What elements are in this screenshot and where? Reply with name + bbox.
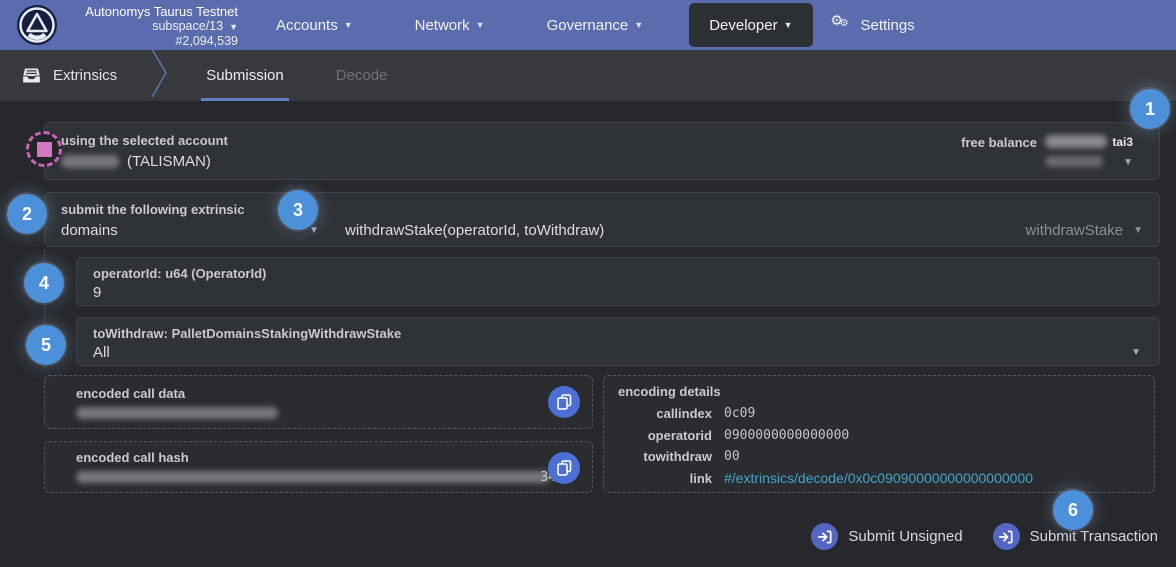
annotation-badge-6: 6 <box>1053 490 1093 530</box>
call-signature: withdrawStake(operatorId, toWithdraw) <box>345 222 604 239</box>
encoding-row-operatorid: operatorid 0900000000000000 <box>618 425 1033 447</box>
top-nav-bar: Autonomys Taurus Testnet subspace/13▼ #2… <box>0 0 1176 50</box>
nav-menu: Accounts▼ Network▼ Governance▼ Developer… <box>258 0 933 50</box>
redacted-balance-secondary <box>1045 156 1103 167</box>
chain-info[interactable]: Autonomys Taurus Testnet subspace/13▼ #2… <box>62 4 238 49</box>
account-name-row: (TALISMAN) <box>61 153 211 170</box>
breadcrumb-chevron-icon <box>151 48 169 103</box>
chevron-down-icon: ▼ <box>229 22 238 32</box>
encoding-details-title: encoding details <box>618 384 721 399</box>
annotation-badge-4: 4 <box>24 263 64 303</box>
param-towithdraw-value[interactable]: All <box>93 344 110 361</box>
annotation-badge-3: 3 <box>278 190 318 230</box>
action-buttons-row: Submit Unsigned Submit Transaction <box>811 523 1158 550</box>
tab-bar: Extrinsics Submission Decode <box>0 50 1176 101</box>
encoding-row-callindex: callindex 0c09 <box>618 403 1033 425</box>
param-operatorid-value[interactable]: 9 <box>93 284 101 301</box>
free-balance-label: free balance <box>961 135 1037 150</box>
annotation-badge-5: 5 <box>26 325 66 365</box>
chevron-down-icon: ▼ <box>344 20 353 30</box>
account-identicon[interactable] <box>26 131 62 167</box>
param-operatorid-label: operatorId: u64 (OperatorId) <box>93 266 266 281</box>
pallet-select[interactable]: domains <box>61 222 118 239</box>
menu-item-settings[interactable]: ⚙⚙ Settings <box>819 0 933 50</box>
annotation-badge-2: 2 <box>7 194 47 234</box>
chain-block-number: #2,094,539 <box>62 34 238 49</box>
redacted-free-balance <box>1045 135 1107 148</box>
copy-call-hash-button[interactable] <box>548 452 580 484</box>
chevron-down-icon[interactable]: ▼ <box>1131 347 1141 358</box>
extrinsics-inbox-icon <box>22 67 41 84</box>
copy-icon <box>557 460 572 476</box>
extrinsic-field-label: submit the following extrinsic <box>61 202 244 217</box>
menu-item-governance[interactable]: Governance▼ <box>529 0 662 50</box>
extrinsics-page: Autonomys Taurus Testnet subspace/13▼ #2… <box>0 0 1176 567</box>
encoded-call-hash-field: encoded call hash 34 <box>44 441 593 493</box>
selected-account-field[interactable]: using the selected account (TALISMAN) fr… <box>44 122 1160 180</box>
redacted-call-hash <box>76 471 550 483</box>
balance-unit: tai3 <box>1112 135 1133 149</box>
chevron-down-icon: ▼ <box>1133 225 1143 236</box>
encoding-details-panel: encoding details callindex 0c09 operator… <box>603 375 1155 493</box>
tab-decode[interactable]: Decode <box>331 50 393 101</box>
chevron-down-icon: ▼ <box>784 20 793 30</box>
encoding-details-rows: callindex 0c09 operatorid 09000000000000… <box>618 403 1033 489</box>
sign-in-icon <box>993 523 1020 550</box>
extrinsic-field: submit the following extrinsic domains ▼… <box>44 192 1160 247</box>
tab-submission[interactable]: Submission <box>201 50 289 101</box>
encoding-row-link: link #/extrinsics/decode/0x0c09090000000… <box>618 468 1033 490</box>
encoding-row-towithdraw: towithdraw 00 <box>618 446 1033 468</box>
submit-unsigned-button[interactable]: Submit Unsigned <box>811 523 962 550</box>
menu-item-accounts[interactable]: Accounts▼ <box>258 0 371 50</box>
param-operatorid-field[interactable]: operatorId: u64 (OperatorId) 9 <box>76 257 1160 306</box>
encoded-call-data-label: encoded call data <box>76 386 185 401</box>
settings-gears-icon: ⚙⚙ <box>831 16 853 34</box>
chevron-down-icon: ▼ <box>634 20 643 30</box>
section-title: Extrinsics <box>53 67 117 84</box>
sign-in-icon <box>811 523 838 550</box>
account-field-label: using the selected account <box>61 133 228 148</box>
chevron-down-icon: ▼ <box>476 20 485 30</box>
copy-call-data-button[interactable] <box>548 386 580 418</box>
autonomys-logo-icon[interactable] <box>16 4 58 46</box>
chevron-down-icon: ▼ <box>1123 157 1133 168</box>
param-towithdraw-label: toWithdraw: PalletDomainsStakingWithdraw… <box>93 326 401 341</box>
menu-item-network[interactable]: Network▼ <box>397 0 503 50</box>
encoded-call-data-field: encoded call data <box>44 375 593 429</box>
redacted-call-data <box>76 407 278 419</box>
redacted-account-name <box>61 155 119 168</box>
decode-link[interactable]: #/extrinsics/decode/0x0c0909000000000000… <box>724 468 1033 490</box>
chain-name: Autonomys Taurus Testnet <box>62 4 238 19</box>
encoded-call-hash-label: encoded call hash <box>76 450 189 465</box>
menu-item-developer[interactable]: Developer▼ <box>689 3 812 47</box>
copy-icon <box>557 394 572 410</box>
method-select[interactable]: withdrawStake ▼ <box>1026 222 1143 239</box>
annotation-badge-1: 1 <box>1130 89 1170 129</box>
chevron-down-icon[interactable]: ▼ <box>309 225 319 236</box>
account-source-label: (TALISMAN) <box>127 153 211 170</box>
param-towithdraw-field[interactable]: toWithdraw: PalletDomainsStakingWithdraw… <box>76 317 1160 366</box>
chain-runtime: subspace/13▼ <box>62 19 238 34</box>
